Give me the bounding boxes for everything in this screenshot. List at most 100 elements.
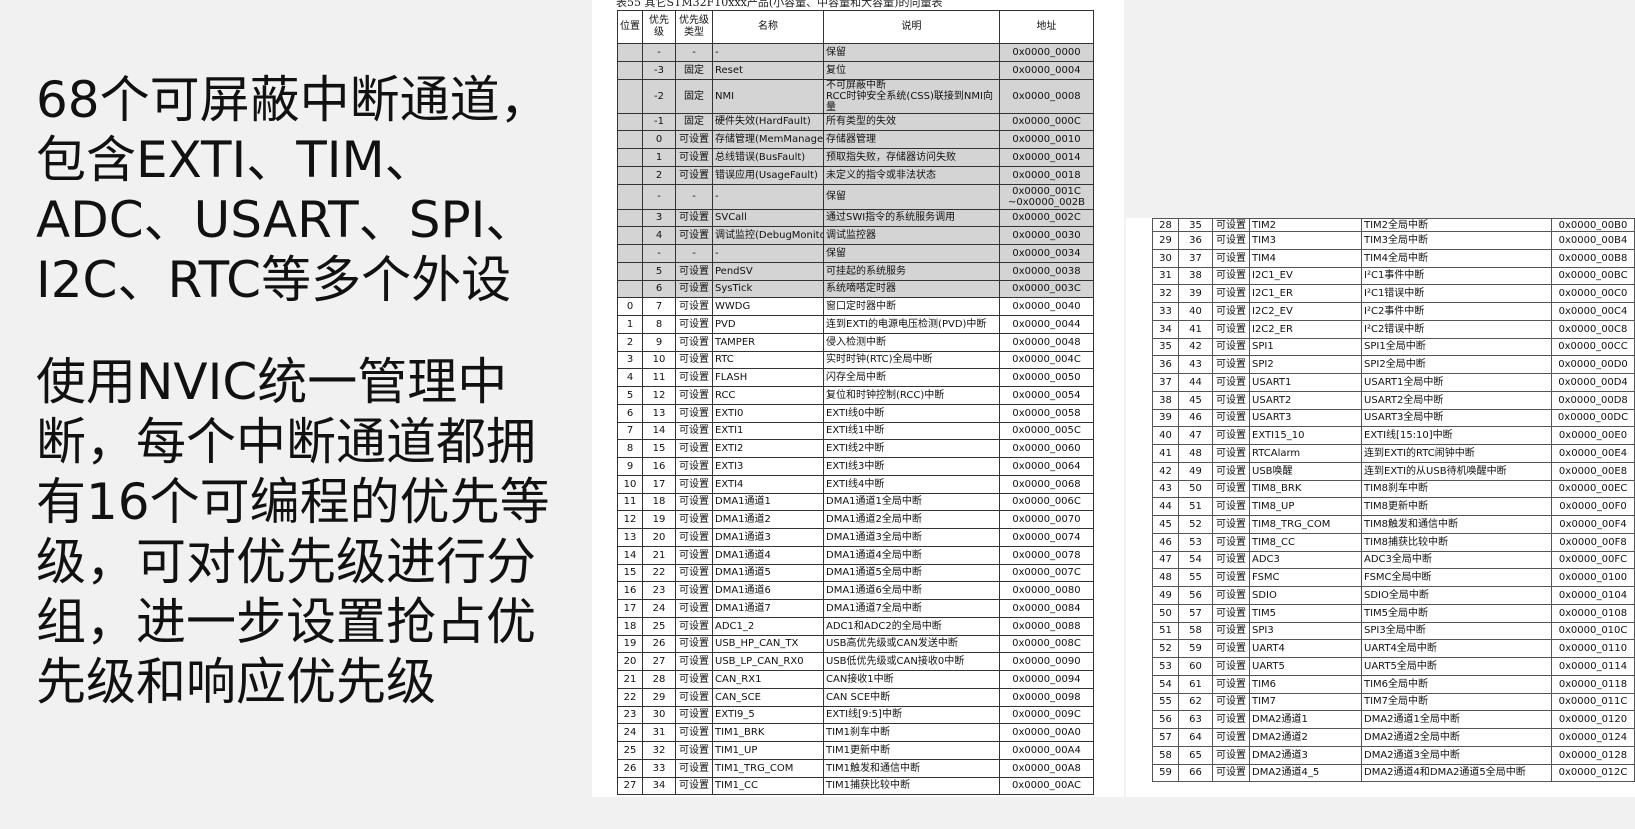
cell-name: FSMC [1249,568,1362,587]
cell-name: SVCall [712,208,824,228]
cell-description: DMA2通道3全局中断 [1361,745,1552,765]
cell-name: TIM1_TRG_COM [712,758,824,778]
table-row: 39 46 可设置 USART3 USART3全局中断 0x0000_00DC [1152,408,1635,428]
cell-position: 53 [1152,657,1179,676]
cell-priority-type: 可设置 [675,457,713,476]
cell-description: EXTI线1中断 [823,421,1000,441]
cell-priority-type: 可设置 [675,403,713,423]
cell-position [617,244,643,263]
cell-address: 0x0000_00F8 [1551,532,1635,552]
cell-name: USART2 [1249,390,1362,410]
table-row: 0 7 可设置 WWDG 窗口定时器中断 0x0000_0040 [617,297,1094,316]
cell-name: PVD [712,315,824,334]
cell-priority-type: 可设置 [675,776,713,796]
cell-priority: 59 [1178,639,1213,658]
cell-name: USART1 [1249,373,1362,392]
cell-description: TIM3全局中断 [1361,231,1552,250]
cell-priority-type: - [675,43,713,62]
cell-address: 0x0000_0068 [999,474,1094,494]
cell-priority: 2 [642,165,676,185]
cell-priority: 5 [642,261,676,281]
cell-priority: 65 [1178,745,1213,765]
cell-priority: 12 [642,386,676,405]
cell-name: USART3 [1249,408,1362,428]
cell-position: 46 [1152,532,1179,552]
cell-address: 0x0000_00DC [1551,408,1635,428]
vector-table-image-1: 位置 优先级 优先级类型 名称 说明 地址 - - - 保留 0x0000_0000 -3… [592,0,1124,797]
cell-position: 51 [1152,621,1179,641]
cell-name: 存储管理(MemManage) [712,130,824,149]
cell-name: I2C1_EV [1249,266,1362,286]
cell-position: 19 [617,634,643,654]
cell-address: 0x0000_00E4 [1551,444,1635,463]
table-row: 48 55 可设置 FSMC FSMC全局中断 0x0000_0100 [1152,568,1635,587]
slide-text: 68个可屏蔽中断通道，包含EXTI、TIM、ADC、USART、SPI、I2C、… [36,70,566,712]
cell-position: 33 [1152,302,1179,321]
cell-address: 0x0000_002C [999,208,1094,228]
table-row: 43 50 可设置 TIM8_BRK TIM8刹车中断 0x0000_00EC [1152,479,1635,499]
cell-priority: 21 [642,545,676,565]
cell-description: UART4全局中断 [1361,639,1552,658]
cell-description: TIM5全局中断 [1361,603,1552,623]
cell-address: 0x0000_0054 [999,386,1094,405]
cell-priority: 9 [642,332,676,352]
cell-description: I²C1事件中断 [1361,266,1552,286]
cell-priority: 29 [642,687,676,707]
table-row: 9 16 可设置 EXTI3 EXTI线3中断 0x0000_0064 [617,457,1094,476]
cell-priority: -1 [642,112,676,132]
cell-priority: - [642,183,676,210]
cell-position: 28 [1152,218,1179,232]
table-row: 59 66 可设置 DMA2通道4_5 DMA2通道4和DMA2通道5全局中断 0x000… [1152,763,1635,783]
cell-name: FLASH [712,368,824,387]
cell-description: DMA2通道1全局中断 [1361,710,1552,729]
cell-priority-type: 可设置 [675,687,713,707]
cell-name: TIM2 [1249,218,1362,232]
cell-name: DMA1通道2 [712,510,824,529]
cell-name: USB_LP_CAN_RX0 [712,652,824,671]
table-row: 20 27 可设置 USB_LP_CAN_RX0 USB低优先级或CAN接收0中断 0x0… [617,652,1094,671]
cell-description: 调试监控器 [823,226,1000,245]
cell-address: 0x0000_0084 [999,599,1094,618]
cell-priority-type: 可设置 [1212,337,1250,357]
cell-name: TIM5 [1249,603,1362,623]
cell-address: 0x0000_0040 [999,297,1094,316]
cell-priority: - [642,244,676,263]
cell-priority: 42 [1178,337,1213,357]
cell-priority: 62 [1178,692,1213,712]
cell-description: UART5全局中断 [1361,657,1552,676]
cell-position: 32 [1152,284,1179,303]
cell-position: 11 [617,492,643,512]
cell-priority-type: 可设置 [1212,763,1250,783]
cell-description: DMA1通道4全局中断 [823,545,1000,565]
cell-priority: 40 [1178,302,1213,321]
table-row: 18 25 可设置 ADC1_2 ADC1和ADC2的全局中断 0x0000_0088 [617,616,1094,636]
cell-name: EXTI0 [712,403,824,423]
cell-priority-type: 可设置 [1212,231,1250,250]
cell-name: DMA1通道3 [712,528,824,547]
cell-priority-type: 可设置 [675,261,713,281]
table-row: 10 17 可设置 EXTI4 EXTI线4中断 0x0000_0068 [617,474,1094,494]
cell-priority-type: 可设置 [1212,248,1250,268]
cell-address: 0x0000_00CC [1551,337,1635,357]
cell-name: TIM1_UP [712,741,824,760]
cell-address: 0x0000_0090 [999,652,1094,671]
table-row: 37 44 可设置 USART1 USART1全局中断 0x0000_00D4 [1152,373,1635,392]
cell-name: DMA1通道4 [712,545,824,565]
cell-position [617,208,643,228]
cell-address: 0x0000_00D0 [1551,355,1635,374]
table-row: 6 13 可设置 EXTI0 EXTI线0中断 0x0000_0058 [617,403,1094,423]
cell-position: 24 [617,723,643,742]
cell-priority: 26 [642,634,676,654]
cell-description: 复位 [823,60,1000,80]
cell-description: 保留 [823,244,1000,263]
table-row: 35 42 可设置 SPI1 SPI1全局中断 0x0000_00CC [1152,337,1635,357]
cell-address: 0x0000_0014 [999,148,1094,167]
text-nvic-description: 使用NVIC统一管理中断，每个中断通道都拥有16个可编程的优先等级，可对优先级进… [36,353,550,711]
cell-position: 25 [617,741,643,760]
header-priority: 优先级 [642,10,676,44]
cell-priority-type: 可设置 [675,165,713,185]
cell-position: 22 [617,687,643,707]
cell-address: 0x0000_0114 [1551,657,1635,676]
cell-name: CAN_RX1 [712,670,824,689]
cell-priority-type: 可设置 [675,279,713,299]
